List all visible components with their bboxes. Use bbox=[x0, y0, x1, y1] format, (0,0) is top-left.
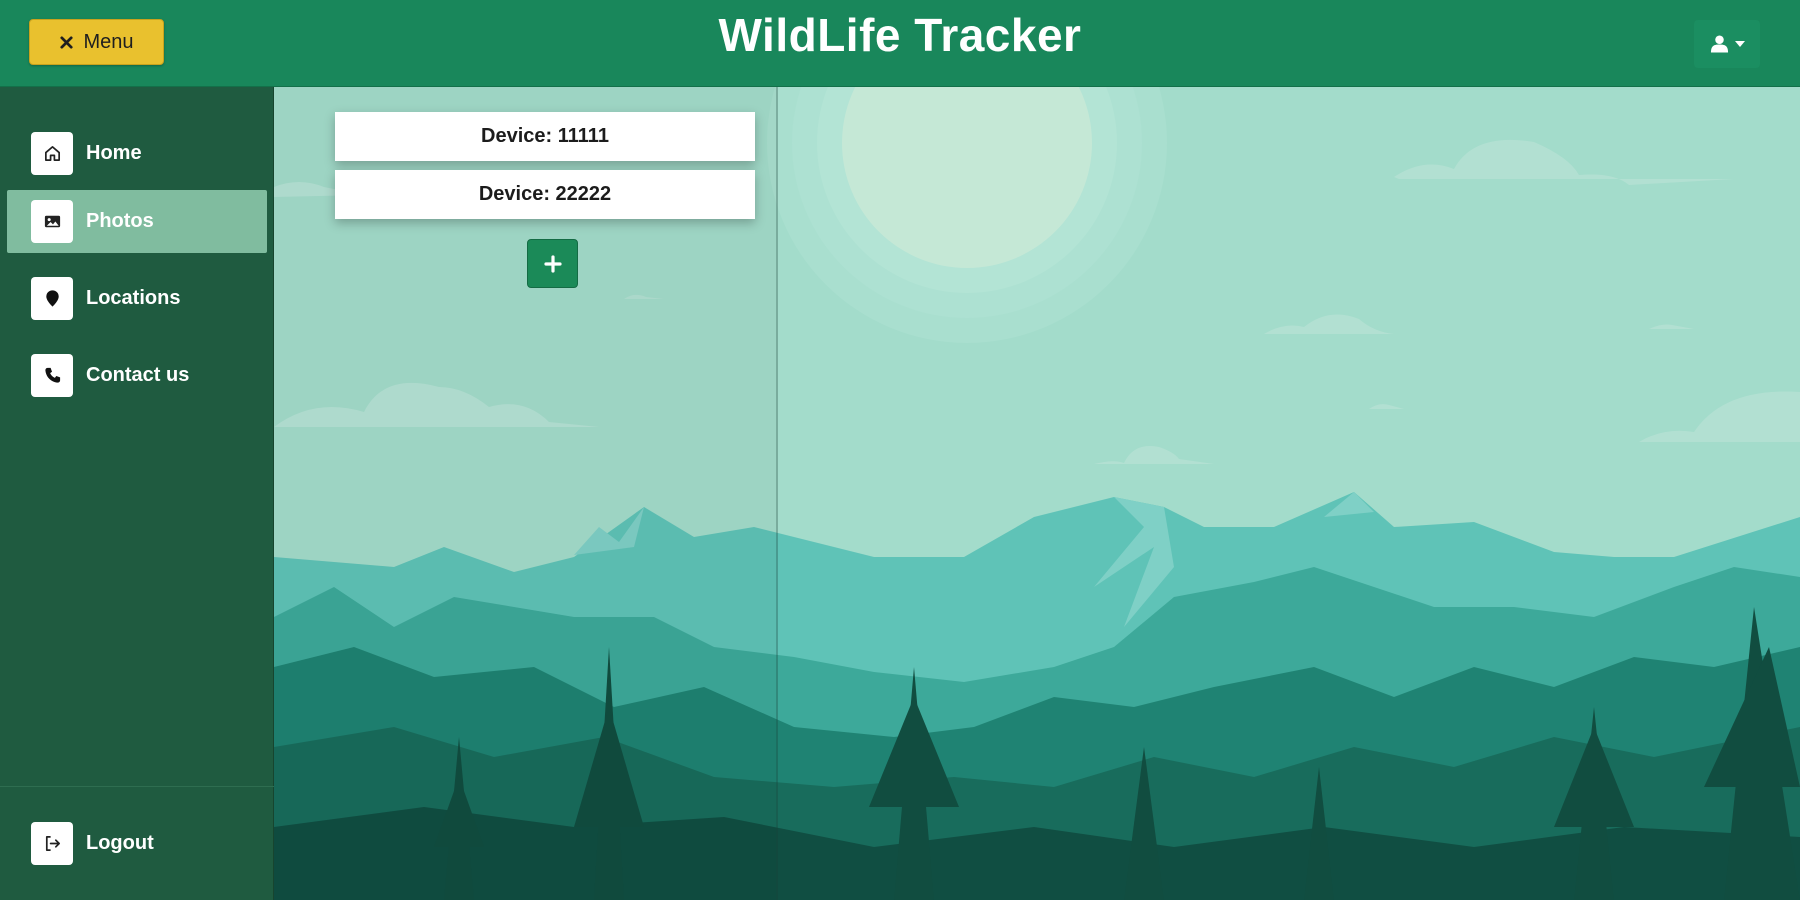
add-device-button[interactable] bbox=[527, 239, 578, 288]
sidebar-item-label: Locations bbox=[86, 287, 181, 309]
sidebar: Home Photos Locations Contact us Logout bbox=[0, 87, 274, 900]
sidebar-item-contact[interactable]: Contact us bbox=[7, 344, 267, 407]
sidebar-item-label: Contact us bbox=[86, 364, 190, 386]
logout-button[interactable]: Logout bbox=[7, 812, 267, 875]
user-menu-button[interactable] bbox=[1694, 20, 1760, 68]
device-card[interactable]: Device: 11111 bbox=[335, 112, 755, 161]
device-card[interactable]: Device: 22222 bbox=[335, 170, 755, 219]
logout-label: Logout bbox=[86, 832, 154, 854]
phone-icon bbox=[44, 367, 60, 383]
sidebar-item-label: Photos bbox=[86, 210, 154, 232]
logout-icon bbox=[45, 835, 60, 852]
sidebar-item-home[interactable]: Home bbox=[7, 122, 267, 185]
sidebar-item-photos[interactable]: Photos bbox=[7, 190, 267, 253]
home-icon bbox=[44, 145, 60, 162]
app-title: WildLife Tracker bbox=[718, 9, 1082, 61]
sidebar-item-label: Home bbox=[86, 142, 142, 164]
top-navbar: Menu WildLife Tracker bbox=[0, 0, 1800, 87]
main-content: Device: 11111 Device: 22222 bbox=[274, 87, 1800, 900]
map-marker-icon bbox=[45, 290, 59, 307]
sidebar-item-locations[interactable]: Locations bbox=[7, 267, 267, 330]
user-icon bbox=[1710, 35, 1728, 53]
plus-icon bbox=[543, 254, 562, 273]
image-icon bbox=[44, 215, 60, 228]
chevron-down-icon bbox=[1734, 41, 1745, 47]
sidebar-divider bbox=[0, 786, 274, 787]
